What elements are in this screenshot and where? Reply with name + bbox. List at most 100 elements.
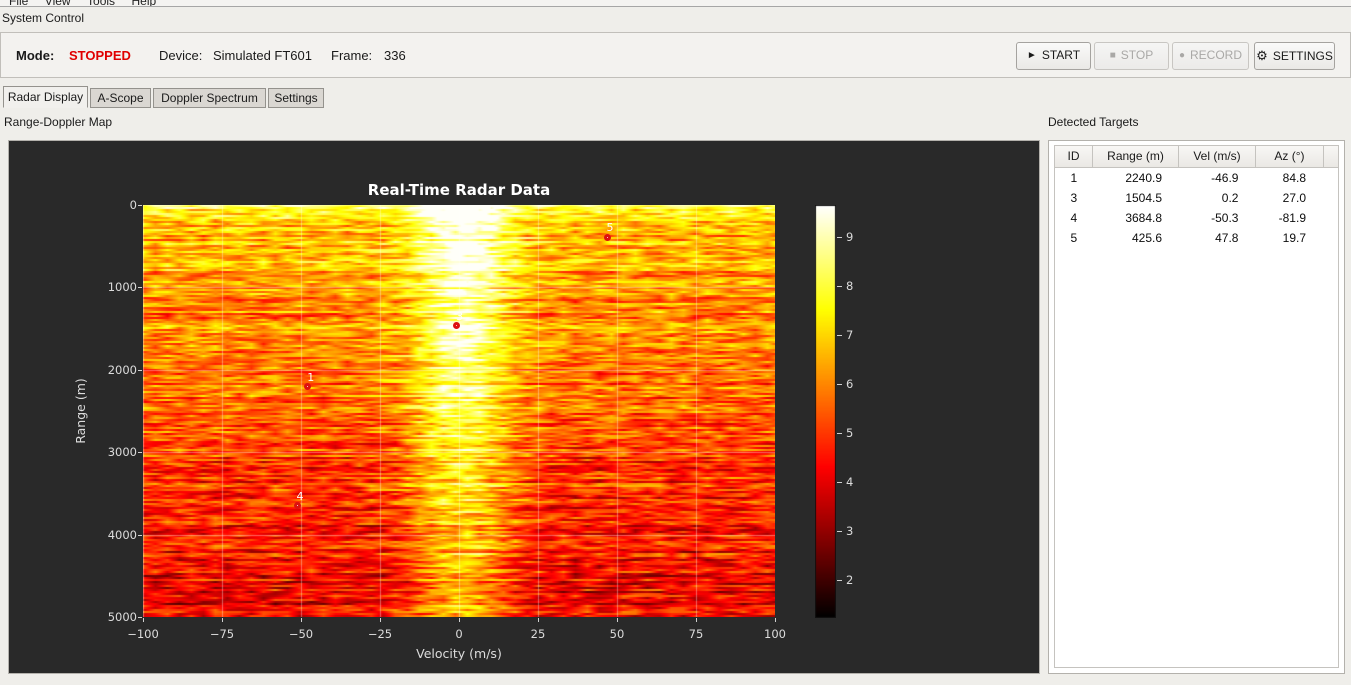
x-tick-label: 75 (688, 627, 704, 641)
table-cell: 5 (1070, 231, 1078, 245)
target-marker (293, 502, 301, 510)
table-cell: 4 (1070, 211, 1078, 225)
target-id-label: 1 (307, 370, 315, 384)
y-axis-label: Range (m) (73, 378, 88, 444)
start-button[interactable]: ► START (1016, 42, 1091, 70)
table-row[interactable]: 4 3684.8 -50.3 -81.9 (1055, 208, 1338, 228)
table-cell: 19.7 (1282, 231, 1306, 245)
colorbar-tick-mark (837, 579, 842, 581)
gear-icon: ⚙ (1256, 48, 1268, 63)
colorbar-tick-mark (837, 383, 842, 385)
colorbar-tick-label: 6 (846, 376, 854, 391)
x-tick-label: −100 (127, 627, 159, 641)
y-tick-label: 5000 (107, 610, 137, 624)
colorbar-tick-mark (837, 236, 842, 238)
colorbar-tick-mark (837, 334, 842, 336)
table-row[interactable]: 3 1504.5 0.2 27.0 (1055, 188, 1338, 208)
column-header-id[interactable]: ID (1055, 146, 1093, 168)
y-tick-label: 2000 (107, 362, 137, 377)
colorbar (815, 205, 836, 618)
y-tick-mark (138, 205, 142, 206)
menu-item-help[interactable]: Help (126, 0, 163, 6)
table-cell: 27.0 (1282, 191, 1306, 205)
table-row[interactable]: 1 2240.9 -46.9 84.8 (1055, 168, 1338, 188)
tab-bar: Radar Display A-Scope Doppler Spectrum S… (0, 86, 1351, 108)
table-cell (1322, 208, 1338, 228)
table-cell: -50.3 (1211, 211, 1239, 225)
table-cell: 3684.8 (1125, 211, 1163, 225)
colorbar-tick-label: 5 (846, 425, 854, 440)
table-cell (1322, 168, 1338, 188)
tab-settings[interactable]: Settings (268, 88, 324, 108)
x-axis-label: Velocity (m/s) (416, 646, 502, 661)
colorbar-tick-mark (837, 530, 842, 532)
target-id-label: 3 (456, 309, 464, 323)
play-icon: ► (1026, 50, 1037, 61)
colorbar-tick-mark (837, 285, 842, 287)
x-tick-label: −25 (367, 627, 393, 641)
range-doppler-map-label: Range-Doppler Map (4, 115, 113, 129)
tab-doppler-spectrum[interactable]: Doppler Spectrum (153, 88, 266, 108)
tab-a-scope[interactable]: A-Scope (90, 88, 151, 108)
colorbar-tick-mark (837, 481, 842, 483)
x-tick-mark (775, 618, 776, 622)
table-row[interactable]: 5 425.6 47.8 19.7 (1055, 228, 1338, 248)
x-tick-mark (143, 618, 144, 622)
tab-radar-display[interactable]: Radar Display (3, 86, 88, 108)
table-cell: 1 (1070, 171, 1078, 185)
range-doppler-plot: Real-Time Radar Data Range (m) Velocity … (8, 140, 1040, 674)
colorbar-tick-label: 8 (846, 278, 854, 293)
device-value: Simulated FT601 (213, 48, 312, 63)
column-header-vel[interactable]: Vel (m/s) (1179, 146, 1256, 168)
settings-button[interactable]: ⚙ SETTINGS (1254, 42, 1335, 70)
heatmap-canvas (143, 205, 775, 617)
x-tick-mark (617, 618, 618, 622)
x-tick-mark (696, 618, 697, 622)
y-tick-mark (138, 452, 142, 454)
y-tick-label: 4000 (107, 527, 137, 542)
stop-icon: ■ (1109, 50, 1116, 61)
table-cell (1322, 188, 1338, 208)
column-header-range[interactable]: Range (m) (1093, 146, 1179, 168)
menu-item-view[interactable]: View (39, 0, 77, 6)
system-control-bar: Mode: STOPPED Device: Simulated FT601 Fr… (0, 32, 1351, 78)
targets-table-body: 1 2240.9 -46.9 84.8 3 1504.5 0.2 27.0 4 3684.8 -50… (1055, 168, 1338, 248)
frame-value: 336 (384, 48, 406, 63)
colorbar-tick-label: 3 (846, 523, 854, 538)
y-tick-label: 3000 (107, 445, 137, 460)
frame-label: Frame: (331, 48, 373, 63)
menu-item-tools[interactable]: Tools (81, 0, 121, 6)
target-marker (603, 233, 611, 241)
targets-table-header: ID Range (m) Vel (m/s) Az (°) (1055, 146, 1338, 168)
column-header-az[interactable]: Az (°) (1256, 146, 1324, 168)
stop-button[interactable]: ■ STOP (1094, 42, 1169, 70)
x-tick-mark (459, 618, 460, 622)
y-tick-mark (138, 617, 142, 618)
x-tick-mark (222, 618, 223, 622)
colorbar-tick-label: 2 (846, 572, 854, 587)
table-cell: 425.6 (1131, 231, 1163, 245)
colorbar-tick-label: 4 (846, 474, 854, 489)
mode-label: Mode: (16, 48, 55, 63)
menu-bar: File View Tools Help (0, 0, 1351, 7)
target-id-label: 4 (296, 489, 304, 503)
detected-targets-label: Detected Targets (1048, 115, 1139, 129)
table-cell: 47.8 (1215, 231, 1239, 245)
record-button[interactable]: ● RECORD (1172, 42, 1249, 70)
x-tick-mark (538, 618, 539, 622)
menu-item-file[interactable]: File (3, 0, 34, 6)
x-tick-label: 0 (455, 627, 463, 641)
target-id-label: 5 (606, 221, 614, 235)
y-tick-mark (138, 287, 142, 289)
x-tick-label: 25 (530, 627, 546, 641)
table-cell: 3 (1070, 191, 1078, 205)
table-cell: -81.9 (1278, 211, 1306, 225)
record-icon: ● (1178, 50, 1186, 61)
y-tick-label: 0 (129, 198, 137, 212)
x-tick-label: 50 (609, 627, 625, 641)
x-tick-mark (301, 618, 302, 622)
column-header-filler (1324, 146, 1338, 168)
table-cell: 0.2 (1221, 191, 1239, 205)
targets-table: ID Range (m) Vel (m/s) Az (°) 1 2240.9 -46… (1054, 145, 1339, 668)
y-tick-label: 1000 (107, 280, 137, 295)
